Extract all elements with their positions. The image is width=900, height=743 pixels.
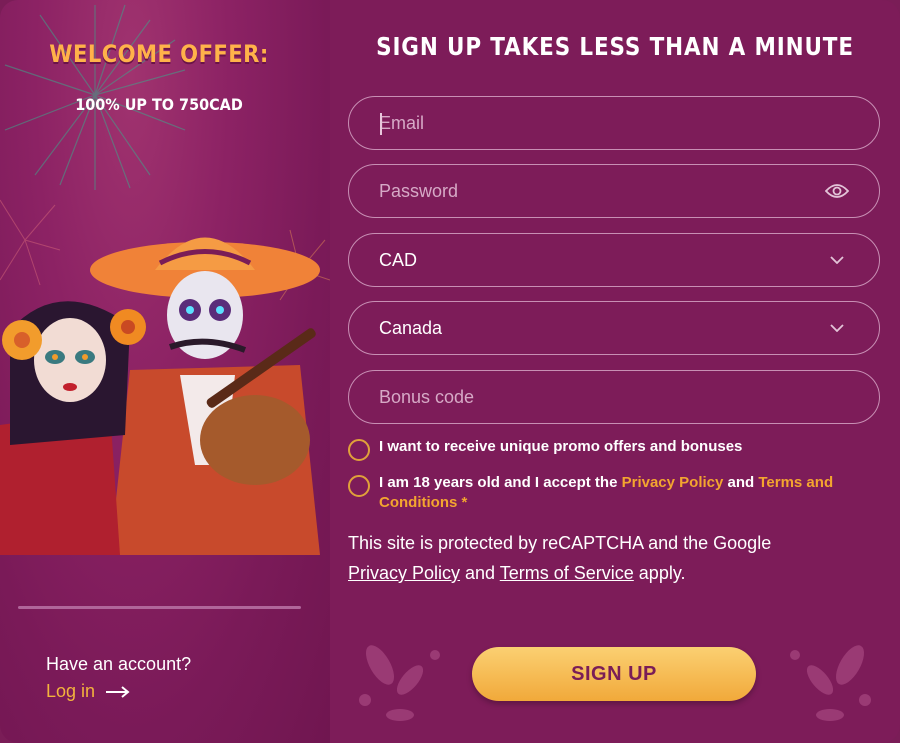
login-label: Log in (46, 681, 96, 701)
age-terms-checkbox-row[interactable]: I am 18 years old and I accept the Priva… (348, 473, 880, 513)
promo-checkbox[interactable] (348, 439, 370, 461)
country-select[interactable]: Canada (348, 301, 880, 355)
bonus-code-field[interactable] (348, 370, 880, 424)
country-value: Canada (379, 317, 443, 338)
sign-up-button[interactable]: SIGN UP (472, 647, 756, 701)
recaptcha-notice: This site is protected by reCAPTCHA and … (348, 528, 878, 588)
required-mark: * (457, 494, 468, 511)
recaptcha-text: This site is protected by reCAPTCHA and … (348, 533, 772, 553)
bonus-code-input[interactable] (379, 386, 849, 408)
form-title: SIGN UP TAKES LESS THAN A MINUTE (376, 32, 854, 61)
login-link[interactable]: Log in (46, 681, 131, 702)
promo-checkbox-label: I want to receive unique promo offers an… (379, 438, 743, 455)
have-account-text: Have an account? (46, 654, 192, 674)
password-field[interactable] (348, 164, 880, 218)
privacy-policy-link[interactable]: Privacy Policy (622, 474, 724, 491)
text-cursor (380, 113, 382, 135)
arrow-right-icon (106, 685, 130, 698)
google-privacy-link[interactable]: Privacy Policy (348, 563, 460, 583)
floral-decoration-icon (790, 645, 871, 721)
recaptcha-suffix: apply. (633, 563, 686, 583)
age-terms-and: and (723, 474, 759, 491)
chevron-down-icon (825, 248, 849, 272)
recaptcha-and: and (460, 563, 500, 583)
email-input[interactable] (379, 112, 849, 134)
signup-form-panel: SIGN UP TAKES LESS THAN A MINUTE CAD Can… (330, 0, 900, 743)
day-of-the-dead-characters-illustration (0, 237, 320, 555)
currency-select[interactable]: CAD (348, 233, 880, 287)
currency-value: CAD (379, 249, 418, 270)
signup-modal: WELCOME OFFER: 100% UP TO 750CAD Have an… (0, 0, 900, 743)
welcome-offer-amount: 100% UP TO 750CAD (75, 95, 243, 114)
eye-icon[interactable] (825, 179, 849, 203)
welcome-offer-title: WELCOME OFFER: (49, 40, 269, 68)
chevron-down-icon (825, 316, 849, 340)
age-terms-label: I am 18 years old and I accept the Priva… (379, 473, 880, 513)
panel-divider (18, 606, 301, 609)
age-terms-prefix: I am 18 years old and I accept the (379, 474, 622, 491)
promo-panel: WELCOME OFFER: 100% UP TO 750CAD Have an… (0, 0, 330, 743)
google-terms-link[interactable]: Terms of Service (500, 563, 634, 583)
password-input[interactable] (379, 180, 825, 202)
age-terms-checkbox[interactable] (348, 475, 370, 497)
email-field[interactable] (348, 96, 880, 150)
floral-decoration-icon (359, 645, 440, 721)
promo-checkbox-row[interactable]: I want to receive unique promo offers an… (348, 437, 880, 461)
